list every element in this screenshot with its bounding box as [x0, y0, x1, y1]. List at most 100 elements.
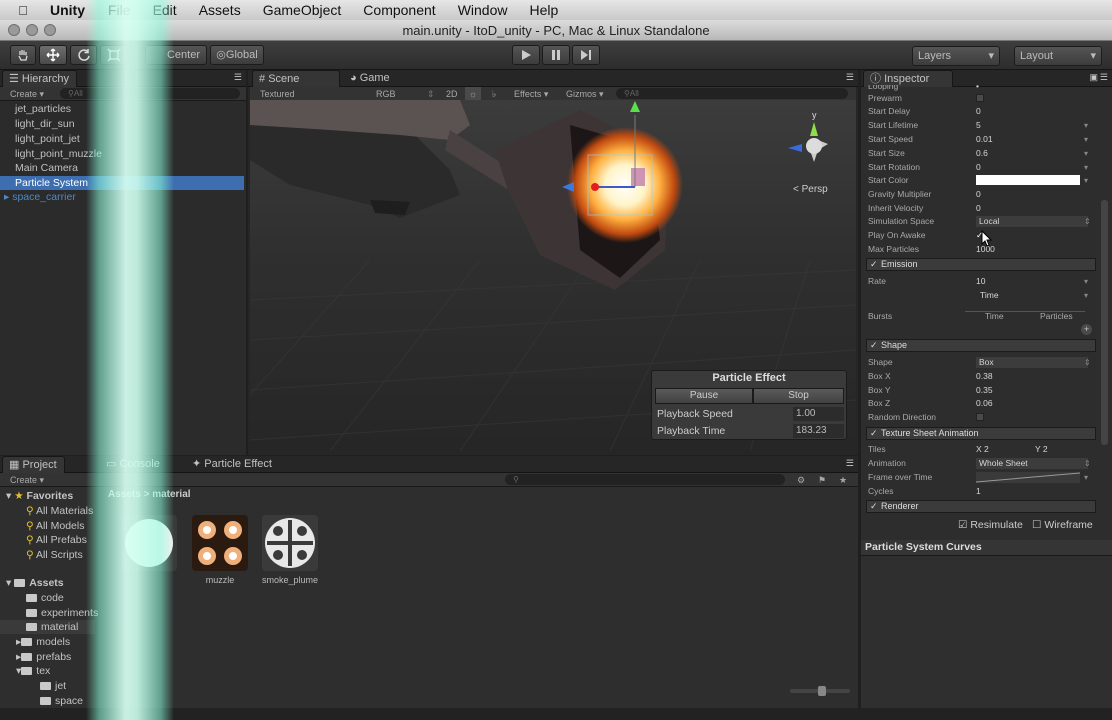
- start-color-swatch[interactable]: [976, 175, 1080, 185]
- play-button[interactable]: [512, 45, 540, 65]
- checkmark-icon[interactable]: ✓: [870, 340, 878, 351]
- favorite-icon[interactable]: ★: [839, 473, 847, 487]
- field-value[interactable]: 0.35: [976, 384, 993, 397]
- favorite-item[interactable]: ⚲ All Prefabs: [26, 533, 87, 547]
- render-mode-dropdown[interactable]: Textured: [260, 87, 295, 101]
- asset-thumbnail[interactable]: [121, 515, 177, 571]
- pause-effect-button[interactable]: Pause: [655, 388, 753, 404]
- field-value[interactable]: 0.01: [976, 133, 993, 146]
- playback-speed-field[interactable]: 1.00: [793, 407, 844, 421]
- hierarchy-item[interactable]: light_point_jet: [0, 132, 244, 146]
- app-menu[interactable]: Unity: [46, 2, 97, 18]
- tab-particle-effect[interactable]: ✦ Particle Effect: [186, 456, 279, 473]
- inspector-scrollbar[interactable]: [1101, 200, 1108, 445]
- perspective-label[interactable]: < Persp: [793, 184, 828, 195]
- thumbnail-size-slider[interactable]: [790, 686, 850, 696]
- checkmark-icon[interactable]: ✓: [870, 501, 878, 512]
- renderer-module-header[interactable]: ✓ Renderer: [866, 500, 1096, 513]
- folder-item-selected[interactable]: material: [0, 620, 95, 634]
- folder-item[interactable]: space: [40, 694, 83, 708]
- field-value[interactable]: 0: [976, 105, 981, 118]
- field-value[interactable]: 0.38: [976, 370, 993, 383]
- scene-search-input[interactable]: ⚲All: [616, 88, 848, 99]
- field-value[interactable]: 0: [976, 202, 981, 215]
- favorite-item[interactable]: ⚲ All Scripts: [26, 548, 83, 562]
- field-value[interactable]: 0.6: [976, 147, 988, 160]
- chevron-down-icon[interactable]: ▾: [1084, 147, 1088, 160]
- zoom-window-button[interactable]: [44, 24, 56, 36]
- folder-item[interactable]: code: [26, 591, 64, 605]
- texture-sheet-module-header[interactable]: ✓ Texture Sheet Animation: [866, 427, 1096, 440]
- orientation-gizmo[interactable]: y: [780, 110, 840, 175]
- chevron-down-icon[interactable]: ▾: [1084, 275, 1088, 288]
- panel-menu-icon[interactable]: ☰: [1100, 72, 1108, 83]
- wireframe-toggle[interactable]: ☐ Wireframe: [1032, 519, 1093, 531]
- field-value[interactable]: 1: [976, 485, 981, 498]
- field-value[interactable]: 10: [976, 275, 985, 288]
- selection-handle[interactable]: [631, 168, 645, 186]
- field-value[interactable]: 0: [976, 161, 981, 174]
- panel-menu-icon[interactable]: ☰: [234, 72, 242, 83]
- prewarm-checkbox[interactable]: [976, 94, 984, 102]
- expand-arrow-icon[interactable]: ▸: [4, 191, 12, 203]
- project-breadcrumb[interactable]: Assets > material: [108, 489, 191, 500]
- field-value[interactable]: 5: [976, 119, 981, 132]
- tab-inspector[interactable]: ⓘ Inspector: [863, 70, 953, 87]
- animation-dropdown[interactable]: Whole Sheet: [976, 458, 1088, 469]
- menu-edit[interactable]: Edit: [142, 2, 188, 18]
- chevron-down-icon[interactable]: ▾: [1084, 119, 1088, 132]
- frame-curve-field[interactable]: [976, 472, 1080, 483]
- favorites-folder[interactable]: ▾ ★ Favorites: [6, 489, 73, 503]
- tab-console[interactable]: ▭ Console: [100, 456, 167, 473]
- chevron-down-icon[interactable]: ▾: [1084, 471, 1088, 484]
- slider-handle[interactable]: [818, 686, 826, 696]
- tab-hierarchy[interactable]: ☰ Hierarchy: [2, 70, 77, 87]
- tab-game[interactable]: ◕ Game: [344, 70, 397, 87]
- chevron-icon[interactable]: ⇕: [1084, 356, 1091, 369]
- pivot-global-toggle[interactable]: ◎Global: [210, 45, 264, 65]
- emission-module-header[interactable]: ✓ Emission: [866, 258, 1096, 271]
- panel-menu-icon[interactable]: ☰: [846, 72, 854, 83]
- menu-file[interactable]: File: [97, 2, 142, 18]
- hierarchy-create-button[interactable]: Create ▾: [0, 89, 44, 99]
- layout-dropdown[interactable]: Layout ▾: [1014, 46, 1102, 66]
- minimize-window-button[interactable]: [26, 24, 38, 36]
- close-window-button[interactable]: [8, 24, 20, 36]
- gizmo-pivot[interactable]: [591, 183, 599, 191]
- field-value[interactable]: 0.06: [976, 397, 993, 410]
- folder-item[interactable]: experiments: [26, 606, 98, 620]
- filter-label-icon[interactable]: ⚑: [818, 473, 826, 487]
- asset-thumbnail[interactable]: [262, 515, 318, 571]
- hierarchy-item-selected[interactable]: Particle System: [0, 176, 244, 190]
- lock-icon[interactable]: ▣: [1089, 72, 1098, 83]
- resimulate-toggle[interactable]: ☑ Resimulate: [958, 519, 1023, 531]
- add-burst-icon[interactable]: +: [1081, 324, 1092, 335]
- hierarchy-item[interactable]: light_dir_sun: [0, 117, 244, 131]
- folder-item[interactable]: jet: [40, 679, 66, 693]
- hand-tool-button[interactable]: [10, 45, 36, 65]
- checkmark-icon[interactable]: ✓: [870, 259, 878, 270]
- layers-dropdown[interactable]: Layers ▾: [912, 46, 1000, 66]
- favorite-item[interactable]: ⚲ All Materials: [26, 504, 93, 518]
- hierarchy-item[interactable]: light_point_muzzle: [0, 147, 244, 161]
- chevron-down-icon[interactable]: ▾: [1084, 289, 1088, 302]
- project-create-button[interactable]: Create ▾: [10, 473, 44, 487]
- 2d-toggle[interactable]: 2D: [446, 87, 458, 101]
- hierarchy-search-input[interactable]: ⚲All: [60, 88, 240, 99]
- chevron-icon[interactable]: ⇕: [1084, 215, 1091, 228]
- chevron-icon[interactable]: ⇕: [1084, 457, 1091, 470]
- folder-item[interactable]: ▾ tex: [16, 664, 50, 678]
- hierarchy-item[interactable]: jet_particles: [0, 102, 244, 116]
- menu-help[interactable]: Help: [518, 2, 569, 18]
- move-tool-button[interactable]: [39, 45, 67, 65]
- playback-time-field[interactable]: 183.23: [793, 424, 844, 438]
- folder-item[interactable]: ▸ prefabs: [16, 650, 71, 664]
- shape-dropdown[interactable]: Box: [976, 357, 1088, 368]
- lighting-toggle-icon[interactable]: ☼: [465, 87, 481, 100]
- hierarchy-item[interactable]: Main Camera: [0, 161, 244, 175]
- filter-type-icon[interactable]: ⚙: [797, 473, 805, 487]
- menu-gameobject[interactable]: GameObject: [252, 2, 353, 18]
- pause-button[interactable]: [542, 45, 570, 65]
- tiles-y-field[interactable]: Y 2: [1035, 443, 1048, 456]
- project-search-input[interactable]: ⚲: [505, 474, 785, 485]
